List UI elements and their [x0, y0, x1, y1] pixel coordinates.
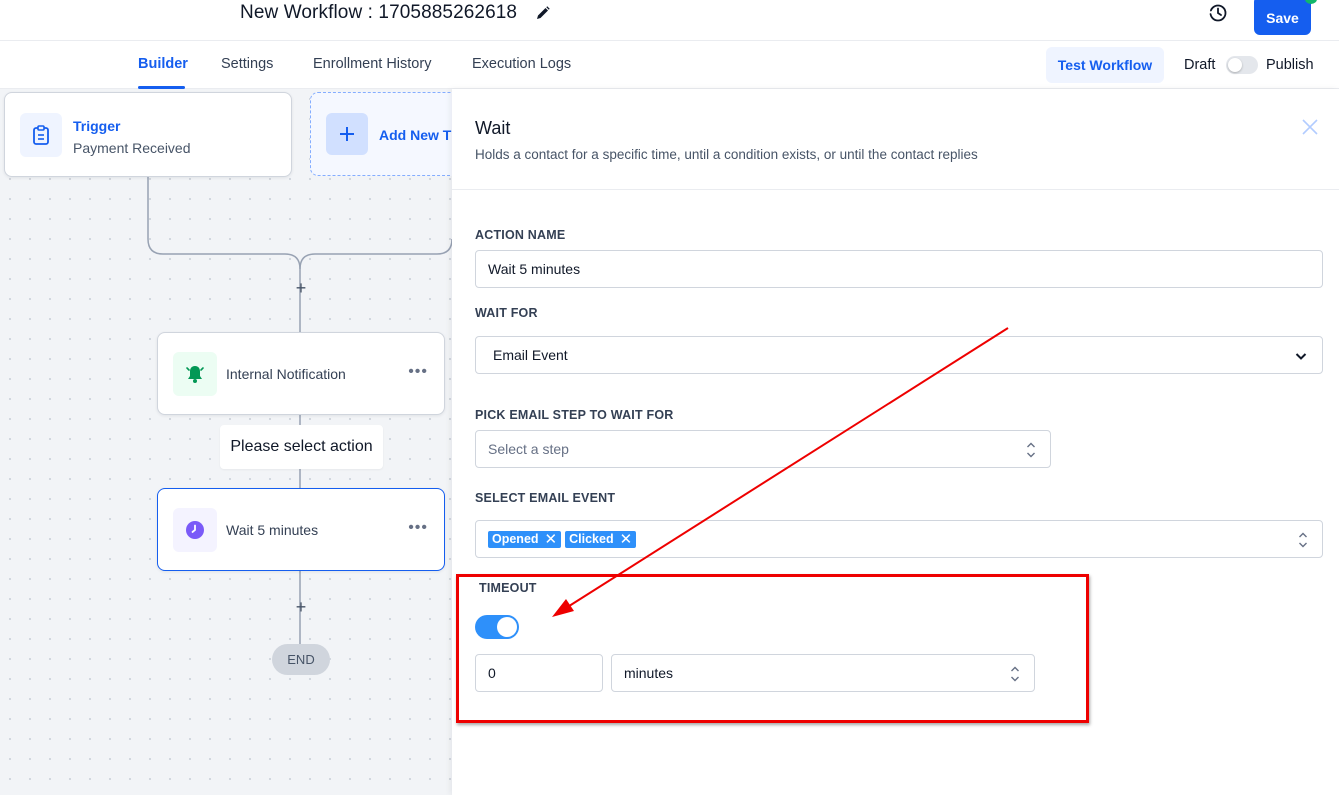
pick-step-label: PICK EMAIL STEP TO WAIT FOR [475, 408, 674, 422]
add-step-plus-icon[interactable]: + [293, 598, 309, 616]
more-options-icon[interactable]: ••• [408, 363, 428, 381]
history-icon[interactable] [1208, 3, 1228, 23]
trigger-title: Trigger [73, 118, 121, 134]
tab-bar: Builder Settings Enrollment History Exec… [0, 41, 1339, 89]
panel-description: Holds a contact for a specific time, unt… [475, 147, 978, 162]
publish-label: Publish [1266, 57, 1314, 73]
wait-for-select[interactable]: Email Event [475, 336, 1323, 374]
test-workflow-button[interactable]: Test Workflow [1046, 47, 1164, 83]
action-label: Wait 5 minutes [226, 522, 319, 538]
top-bar: New Workflow : 1705885262618 Save [0, 0, 1339, 41]
more-options-icon[interactable]: ••• [408, 519, 428, 537]
action-name-label: ACTION NAME [475, 228, 566, 242]
workflow-title: New Workflow : 1705885262618 [240, 2, 518, 23]
toggle-knob [1228, 58, 1242, 72]
panel-title: Wait [475, 118, 511, 138]
clipboard-icon [20, 113, 62, 157]
panel-header: Wait Holds a contact for a specific time… [452, 89, 1339, 190]
chip-label: Clicked [569, 532, 614, 546]
wait-settings-panel: Wait Holds a contact for a specific time… [452, 89, 1339, 795]
toggle-knob [497, 617, 517, 637]
end-node: END [272, 644, 330, 675]
remove-chip-icon[interactable]: ✕ [545, 532, 558, 547]
email-event-label: SELECT EMAIL EVENT [475, 491, 616, 505]
add-step-plus-icon[interactable]: + [293, 279, 309, 297]
add-trigger-label: Add New T [379, 127, 452, 143]
pick-step-placeholder: Select a step [488, 441, 569, 457]
save-button[interactable]: Save [1254, 0, 1311, 35]
tooltip: Please select action [220, 425, 383, 469]
trigger-subtitle: Payment Received [73, 140, 191, 156]
action-label: Internal Notification [226, 366, 346, 382]
draft-label: Draft [1184, 57, 1216, 73]
email-event-multiselect[interactable]: Opened ✕ Clicked ✕ [475, 520, 1323, 558]
clock-icon [173, 508, 217, 552]
timeout-label: TIMEOUT [479, 581, 537, 595]
updown-chevron-icon [1299, 532, 1307, 548]
workflow-canvas[interactable]: Trigger Payment Received Add New T + Int… [0, 89, 452, 795]
updown-chevron-icon [1011, 666, 1019, 682]
wait-node[interactable]: Wait 5 minutes ••• [157, 488, 445, 571]
edit-pencil-icon[interactable] [535, 5, 551, 21]
pick-step-select[interactable]: Select a step [475, 430, 1051, 468]
tab-builder[interactable]: Builder [138, 56, 188, 72]
action-name-input[interactable]: Wait 5 minutes [475, 250, 1323, 288]
publish-toggle[interactable] [1226, 56, 1258, 74]
tab-enrollment-history[interactable]: Enrollment History [313, 56, 431, 72]
internal-notification-node[interactable]: Internal Notification ••• [157, 332, 445, 415]
chevron-down-icon [1295, 353, 1307, 360]
wait-for-value: Email Event [493, 347, 568, 363]
add-trigger-button[interactable]: Add New T [310, 92, 452, 176]
close-icon[interactable] [1301, 118, 1319, 136]
tab-execution-logs[interactable]: Execution Logs [472, 56, 571, 72]
timeout-unit-select[interactable]: minutes [611, 654, 1035, 692]
bell-icon [173, 352, 217, 396]
tab-settings[interactable]: Settings [221, 56, 273, 72]
updown-chevron-icon [1027, 442, 1035, 458]
chip-label: Opened [492, 532, 539, 546]
wait-for-label: WAIT FOR [475, 306, 538, 320]
event-chip: Clicked ✕ [565, 530, 637, 548]
timeout-value-input[interactable]: 0 [475, 654, 603, 692]
trigger-node[interactable]: Trigger Payment Received [4, 92, 292, 177]
timeout-toggle[interactable] [475, 615, 519, 639]
timeout-unit-value: minutes [624, 665, 674, 681]
remove-chip-icon[interactable]: ✕ [620, 532, 633, 547]
event-chip: Opened ✕ [488, 530, 562, 548]
plus-icon [326, 113, 368, 155]
